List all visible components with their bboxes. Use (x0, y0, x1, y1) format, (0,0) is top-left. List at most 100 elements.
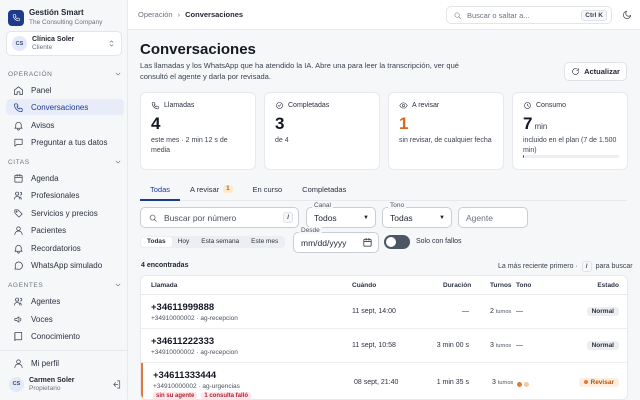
sidebar-item-label: Recordatorios (31, 243, 81, 253)
refresh-label: Actualizar (584, 67, 620, 76)
sidebar-item-pacientes[interactable]: Pacientes (6, 222, 124, 238)
row-turns: 2 turnos (490, 308, 511, 315)
chat-icon (13, 137, 24, 148)
row-when: 08 sept, 21:40 (354, 379, 399, 386)
sidebar-item-agentes[interactable]: Agentes (6, 293, 124, 309)
patients-icon (13, 225, 24, 236)
period-filter: Todas Hoy Esta semana Este mes (140, 236, 286, 248)
tab-en-curso[interactable]: En curso (243, 185, 293, 201)
row-tags: sin su agente 1 consulta falló (153, 392, 252, 399)
desde-date-input[interactable]: Desde mm/dd/yyyy (293, 227, 379, 253)
sidebar-item-label: Preguntar a tus datos (31, 137, 108, 147)
stat-card-completadas[interactable]: Completadas 3 de 4 (264, 92, 380, 170)
global-search[interactable]: Buscar o saltar a... Ctrl K (446, 6, 612, 24)
period-option[interactable]: Este mes (245, 237, 284, 247)
chevron-down-icon (114, 281, 122, 289)
status-badge: Normal (586, 341, 619, 350)
agent-input[interactable]: Agente (458, 207, 528, 228)
sidebar-item-agenda[interactable]: Agenda (6, 170, 124, 186)
sidebar-item-label: Conocimiento (31, 331, 80, 341)
status-badge: Revisar (578, 378, 619, 387)
section-label: Citas (8, 158, 30, 166)
bell-icon (13, 120, 24, 131)
tono-select[interactable]: Tono Todas ▼ (382, 202, 452, 228)
calendar-icon[interactable] (362, 237, 373, 248)
canal-select[interactable]: Canal Todos ▼ (306, 202, 376, 228)
section-citas[interactable]: Citas (8, 158, 122, 166)
tabs: Todas A revisar 1 En curso Completadas (140, 185, 627, 201)
row-meta: +34910000002 · ag-recepcion (151, 349, 238, 356)
period-option[interactable]: Hoy (172, 237, 196, 247)
breadcrumb-item[interactable]: Operación (138, 10, 173, 19)
table-row[interactable]: +34611333444 +34910000002 · ag-urgencias… (141, 363, 627, 399)
sidebar-item-conocimiento[interactable]: Conocimiento (6, 328, 124, 344)
client-switcher[interactable]: CS Clínica Soler Cliente (6, 31, 122, 56)
caret-down-icon: ▼ (439, 214, 445, 221)
sidebar-item-servicios[interactable]: Servicios y precios (6, 205, 124, 221)
check-circle-icon (275, 101, 284, 110)
tab-completadas[interactable]: Completadas (292, 185, 356, 201)
search-input[interactable]: Buscar por número / (140, 207, 299, 228)
warning-tag: 1 consulta falló (201, 392, 252, 399)
page-title: Conversaciones (140, 41, 256, 58)
sidebar-item-label: Pacientes (31, 225, 67, 235)
fallos-toggle[interactable] (384, 235, 410, 249)
sidebar-item-preguntar[interactable]: Preguntar a tus datos (6, 134, 124, 150)
stat-card-llamadas[interactable]: Llamadas 4 este mes · 2 min 12 s de medi… (140, 92, 256, 170)
card-note: incluido en el plan (7 de 1.500 min) (523, 137, 617, 154)
refresh-button[interactable]: Actualizar (564, 62, 627, 81)
sidebar-item-avisos[interactable]: Avisos (6, 117, 124, 133)
sidebar-item-whatsapp[interactable]: WhatsApp simulado (6, 257, 124, 273)
canal-label: Canal (312, 202, 333, 209)
logout-icon[interactable] (111, 379, 122, 390)
row-turns-value: 2 (490, 308, 494, 315)
column-header: Duración (443, 282, 472, 289)
table-row[interactable]: +34611999888 +34910000002 · ag-recepcion… (141, 295, 627, 329)
client-role: Cliente (32, 44, 53, 51)
desde-label: Desde (299, 227, 322, 234)
sidebar-item-panel[interactable]: Panel (6, 82, 124, 98)
search-shortcut: Ctrl K (581, 9, 607, 21)
card-unit: min (534, 122, 548, 131)
brand[interactable]: Gestión Smart The Consulting Company (8, 8, 102, 27)
phone-icon (151, 101, 160, 110)
moon-icon[interactable] (622, 9, 633, 20)
sidebar-divider (0, 350, 128, 351)
tono-value: Todas (390, 212, 413, 223)
usage-progress-bar (523, 155, 619, 158)
column-header: Estado (597, 282, 619, 289)
period-option[interactable]: Esta semana (195, 237, 245, 247)
fallos-toggle-label: Solo con fallos (416, 238, 462, 245)
row-turns-unit: turnos (495, 343, 512, 349)
table-row[interactable]: +34611222333 +34910000002 · ag-recepcion… (141, 329, 627, 363)
sort-text: La más reciente primero · (498, 263, 578, 270)
sidebar-item-recordatorios[interactable]: Recordatorios (6, 240, 124, 256)
topbar: Operación › Conversaciones Buscar o salt… (128, 0, 640, 30)
sort-suffix: para buscar (595, 263, 633, 270)
tone-indicator (517, 382, 529, 387)
user-profile[interactable]: CS Carmen Soler Propietario (6, 374, 122, 394)
sidebar-item-label: Voces (31, 314, 53, 324)
home-icon (13, 85, 24, 96)
brand-name: Gestión Smart (29, 8, 84, 17)
sidebar-item-profesionales[interactable]: Profesionales (6, 187, 124, 203)
row-turns: 3 turnos (490, 342, 511, 349)
card-label: Llamadas (164, 102, 195, 109)
refresh-icon (571, 67, 580, 76)
tab-a-revisar[interactable]: A revisar 1 (180, 185, 243, 201)
user-name: Carmen Soler (29, 376, 75, 384)
section-agentes[interactable]: Agentes (8, 281, 122, 289)
sidebar-item-label: WhatsApp simulado (31, 260, 103, 270)
period-option[interactable]: Todas (141, 237, 172, 247)
tab-todas[interactable]: Todas (140, 185, 181, 201)
sidebar-item-voces[interactable]: Voces (6, 311, 124, 327)
stat-card-a-revisar[interactable]: A revisar 1 sin revisar, de cualquier fe… (388, 92, 504, 170)
sidebar-item-mi-perfil[interactable]: Mi perfil (6, 355, 124, 371)
column-header: Cuándo (352, 282, 377, 289)
chevron-updown-icon (107, 39, 116, 48)
stat-card-consumo[interactable]: Consumo 7 min incluido en el plan (7 de 1… (512, 92, 628, 170)
column-header: Llamada (151, 282, 178, 289)
row-phone: +34611333444 (153, 370, 217, 381)
section-operacion[interactable]: Operación (8, 70, 122, 78)
sidebar-item-conversaciones[interactable]: Conversaciones (6, 99, 124, 115)
